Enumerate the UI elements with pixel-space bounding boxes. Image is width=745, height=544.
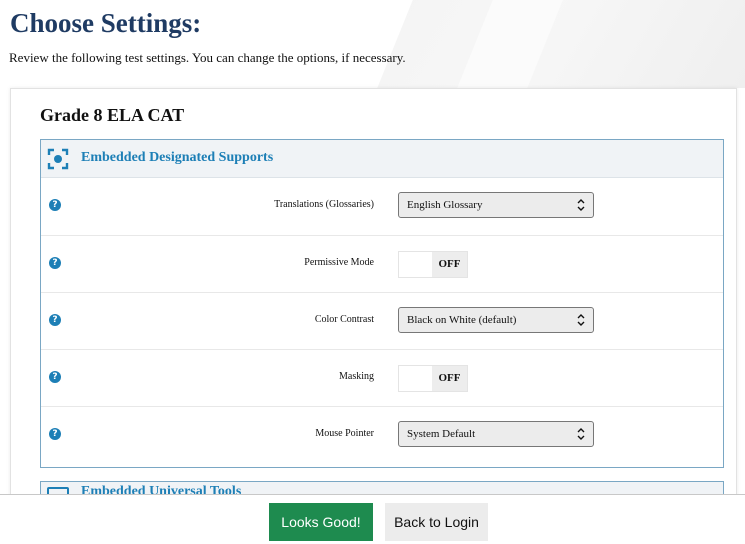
help-icon[interactable]: ? xyxy=(49,257,61,269)
setting-label: Mouse Pointer xyxy=(315,428,374,439)
page-header: Choose Settings: Review the following te… xyxy=(0,0,745,88)
setting-row-permissive-mode: ? Permissive Mode OFF xyxy=(41,235,723,293)
section-header: Embedded Designated Supports xyxy=(41,140,723,178)
select-arrows-icon xyxy=(577,199,585,211)
toggle-state: OFF xyxy=(432,252,467,277)
section-embedded-designated-supports: Embedded Designated Supports ? Translati… xyxy=(40,139,724,468)
settings-page: Choose Settings: Review the following te… xyxy=(0,0,745,544)
select-value: English Glossary xyxy=(407,199,483,211)
settings-panel: Grade 8 ELA CAT Embedded Designated Supp… xyxy=(10,88,737,544)
footer-bar: Looks Good! Back to Login xyxy=(0,494,745,544)
permissive-mode-toggle[interactable]: OFF xyxy=(398,251,468,278)
setting-row-color-contrast: ? Color Contrast Black on White (default… xyxy=(41,292,723,350)
test-name: Grade 8 ELA CAT xyxy=(40,105,185,125)
help-icon[interactable]: ? xyxy=(49,199,61,211)
setting-row-masking: ? Masking OFF xyxy=(41,349,723,407)
section-title: Embedded Designated Supports xyxy=(81,150,274,165)
back-to-login-button[interactable]: Back to Login xyxy=(385,503,488,541)
select-value: Black on White (default) xyxy=(407,314,517,326)
setting-label: Translations (Glossaries) xyxy=(274,199,374,210)
toggle-knob xyxy=(399,252,433,277)
setting-label: Masking xyxy=(339,371,374,382)
looks-good-button[interactable]: Looks Good! xyxy=(269,503,373,541)
setting-label: Color Contrast xyxy=(314,314,374,325)
target-icon xyxy=(47,148,69,170)
header-decoration xyxy=(315,0,745,88)
page-subtitle: Review the following test settings. You … xyxy=(9,50,406,65)
setting-row-translations: ? Translations (Glossaries) English Glos… xyxy=(41,178,723,235)
select-value: System Default xyxy=(407,428,476,440)
masking-toggle[interactable]: OFF xyxy=(398,365,468,392)
help-icon[interactable]: ? xyxy=(49,428,61,440)
page-title: Choose Settings: xyxy=(10,8,202,38)
toggle-state: OFF xyxy=(432,366,467,391)
mouse-pointer-select[interactable]: System Default xyxy=(398,421,594,447)
select-arrows-icon xyxy=(577,314,585,326)
select-arrows-icon xyxy=(577,428,585,440)
translations-select[interactable]: English Glossary xyxy=(398,192,594,218)
setting-row-mouse-pointer: ? Mouse Pointer System Default xyxy=(41,406,723,464)
color-contrast-select[interactable]: Black on White (default) xyxy=(398,307,594,333)
setting-label: Permissive Mode xyxy=(304,257,374,268)
help-icon[interactable]: ? xyxy=(49,371,61,383)
help-icon[interactable]: ? xyxy=(49,314,61,326)
toggle-knob xyxy=(399,366,433,391)
